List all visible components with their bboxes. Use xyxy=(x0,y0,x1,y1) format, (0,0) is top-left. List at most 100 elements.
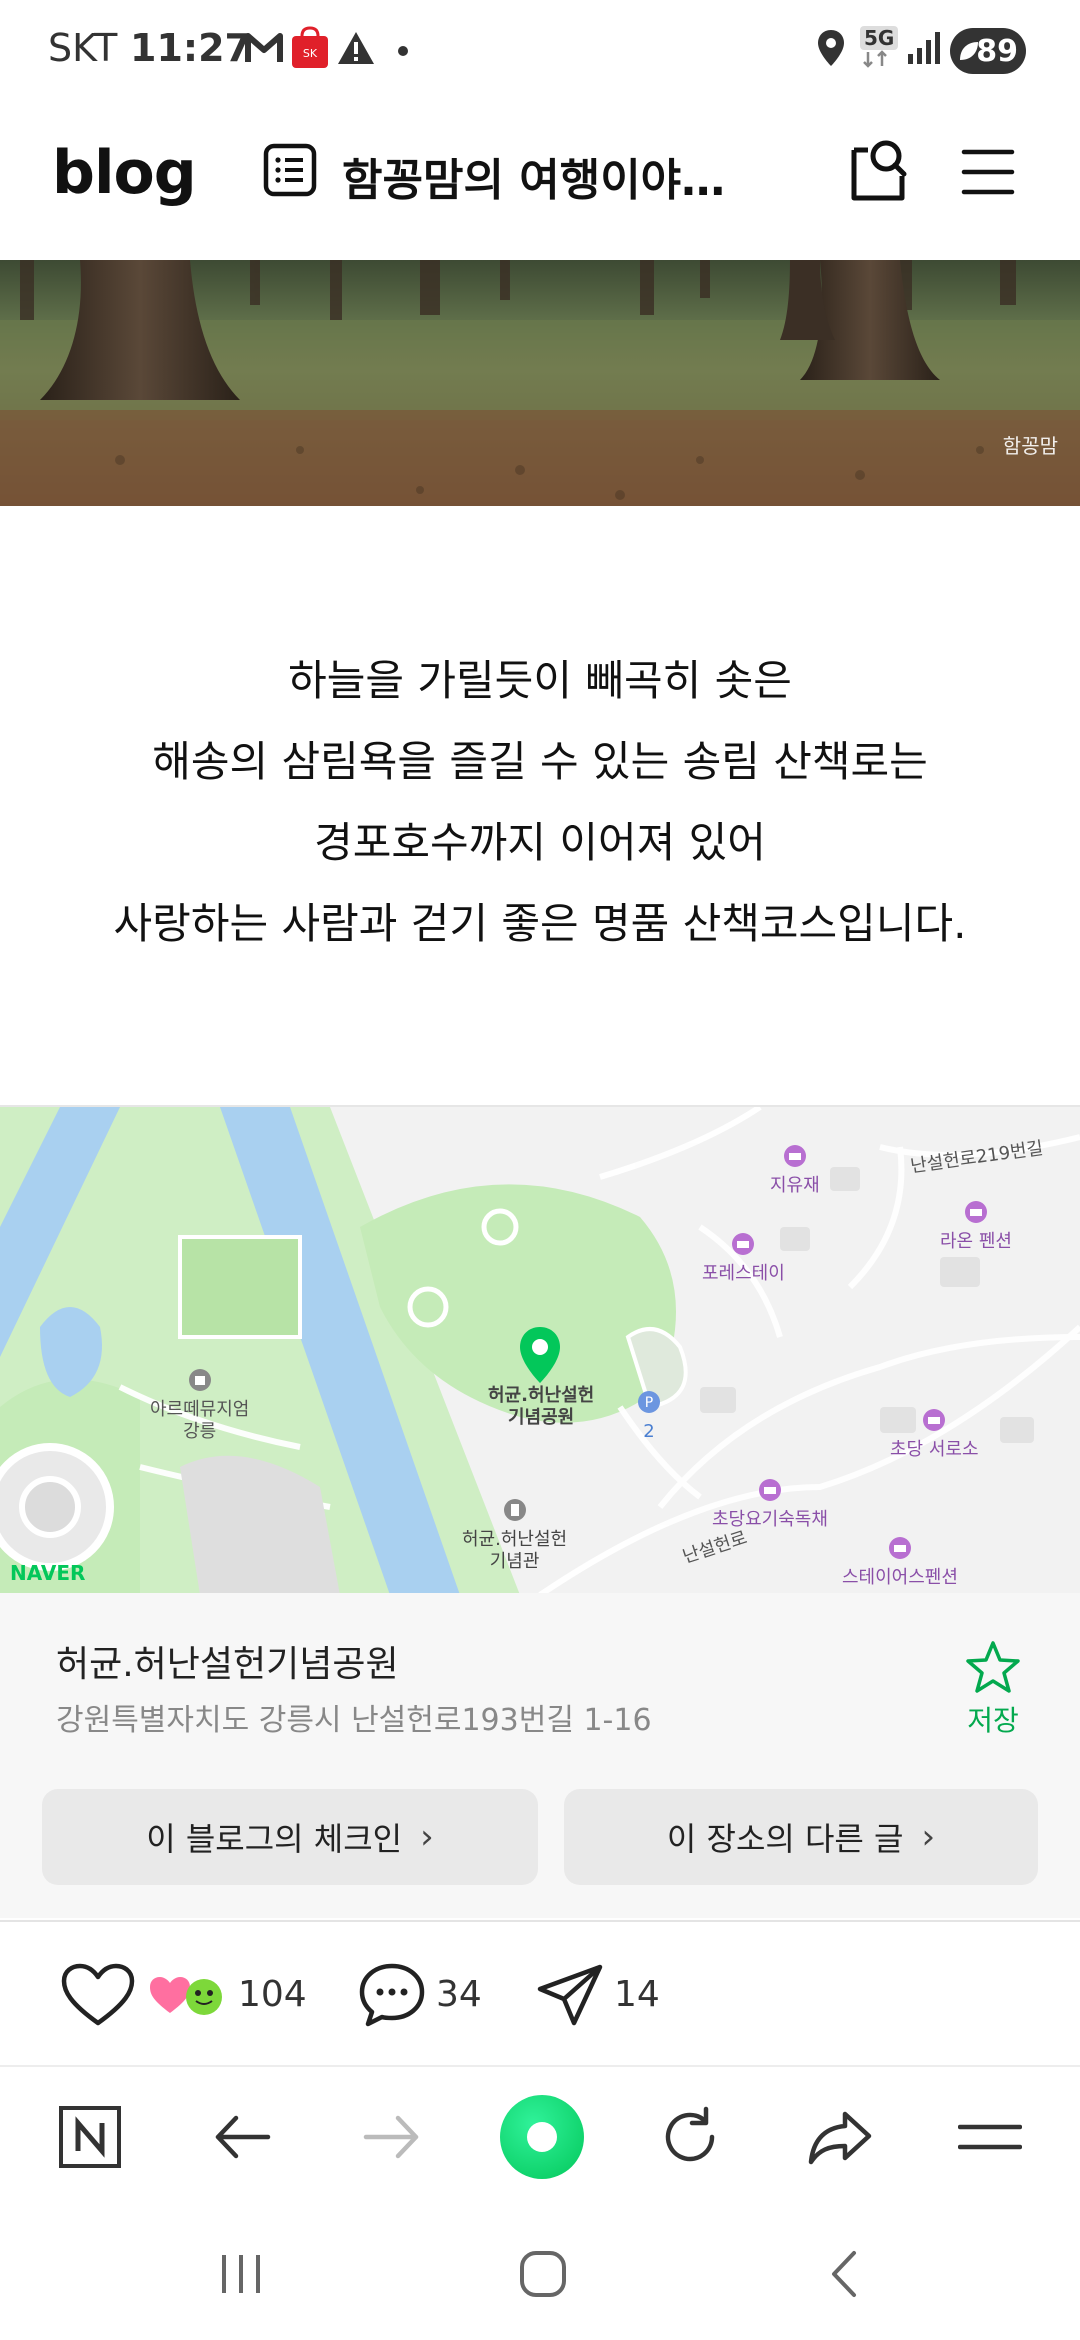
map-poi-forest-stay[interactable]: 포레스테이 xyxy=(702,1231,785,1285)
post-line: 하늘을 가릴듯이 빼곡히 솟은 xyxy=(288,656,792,705)
list-icon[interactable] xyxy=(262,142,318,198)
signal-icon xyxy=(906,26,942,70)
share-button[interactable]: 14 xyxy=(536,1922,660,2067)
post-body: 하늘을 가릴듯이 빼곡히 솟은 해송의 삼림욕을 즐길 수 있는 송림 산책로는… xyxy=(0,640,1080,964)
chevron-right-icon: › xyxy=(420,1817,434,1857)
home-icon[interactable] xyxy=(508,2239,578,2309)
gmail-icon xyxy=(244,26,284,70)
blog-checkin-label: 이 블로그의 체크인 xyxy=(146,1820,403,1858)
hamburger-menu-icon[interactable] xyxy=(954,2101,1026,2173)
like-count: 104 xyxy=(238,1974,307,2015)
map-label-text: 기념관 xyxy=(489,1551,540,1572)
status-bar: SKT 11:27 SK 5G 89 xyxy=(0,0,1080,100)
chevron-right-icon: › xyxy=(921,1817,936,1857)
system-navigation-bar xyxy=(0,2205,1080,2340)
post-line: 사랑하는 사람과 걷기 좋은 명품 산책코스입니다. xyxy=(113,899,967,948)
map-poi-chodang-dorm[interactable]: 초당요기숙독채 xyxy=(712,1477,828,1531)
share-arrow-icon[interactable] xyxy=(804,2101,876,2173)
post-line: 해송의 삼림욕을 즐길 수 있는 송림 산책로는 xyxy=(152,737,928,786)
clock: 11:27 xyxy=(130,26,251,70)
map-label-text: 지유재 xyxy=(770,1175,820,1196)
reaction-bar: 104 34 14 xyxy=(0,1920,1080,2065)
back-icon[interactable] xyxy=(206,2101,278,2173)
map-label-text: 초당 서로소 xyxy=(890,1439,979,1460)
map-label-text: 2 xyxy=(643,1421,655,1442)
naver-map-logo: NAVER xyxy=(10,1561,86,1585)
blog-title[interactable]: 함꽁맘의 여행이야… xyxy=(342,144,742,208)
map-poi-memorial[interactable]: 허균.허난설헌 기념관 xyxy=(462,1497,567,1573)
place-address: 강원특별자치도 강릉시 난설헌로193번길 1-16 xyxy=(56,1703,652,1738)
refresh-icon[interactable] xyxy=(654,2101,726,2173)
lodging-icon xyxy=(923,1409,946,1431)
lodging-icon xyxy=(758,1479,781,1501)
location-pin-icon[interactable] xyxy=(516,1325,564,1391)
network-type: 5G xyxy=(860,26,899,50)
leaf-icon xyxy=(960,42,978,60)
green-dot-button[interactable] xyxy=(500,2095,584,2179)
heart-icon xyxy=(61,1963,135,2025)
map-poi-jiyujae[interactable]: 지유재 xyxy=(770,1143,820,1197)
menu-icon[interactable] xyxy=(960,144,1016,200)
post-line: 경포호수까지 이어져 있어 xyxy=(314,818,766,867)
blog-header: blog 함꽁맘의 여행이야… xyxy=(0,100,1080,260)
comment-icon xyxy=(359,1963,425,2026)
pine-forest-photo xyxy=(0,260,1080,506)
map-label-text: 허균.허난설헌 xyxy=(462,1529,568,1550)
map-poi-parking[interactable]: P 2 xyxy=(636,1389,662,1443)
map-label-text: 초당요기숙독채 xyxy=(712,1509,828,1530)
lodging-icon xyxy=(732,1233,755,1255)
map-label-text: 강릉 xyxy=(183,1421,217,1442)
other-posts-button[interactable]: 이 장소의 다른 글 › xyxy=(564,1789,1038,1885)
notification-dot xyxy=(398,46,408,56)
search-icon[interactable] xyxy=(846,136,910,206)
network-indicator: 5G xyxy=(860,26,899,70)
lodging-icon xyxy=(888,1537,911,1559)
battery-indicator: 89 xyxy=(950,28,1026,74)
lodging-icon xyxy=(964,1201,987,1223)
blog-logo[interactable]: blog xyxy=(52,138,197,208)
send-icon xyxy=(537,1964,603,2025)
sk-stoa-icon: SK xyxy=(290,26,330,70)
battery-level: 89 xyxy=(976,33,1018,69)
map-label-text: 포레스테이 xyxy=(702,1263,785,1284)
memorial-icon xyxy=(503,1499,526,1521)
recent-apps-icon[interactable] xyxy=(206,2239,276,2309)
system-back-icon[interactable] xyxy=(810,2239,880,2309)
place-name[interactable]: 허균.허난설헌기념공원 xyxy=(56,1635,399,1687)
map-poi-stayus[interactable]: 스테이어스펜션 xyxy=(842,1535,958,1589)
banner-image: 함꽁맘 xyxy=(0,260,1080,506)
parking-icon: P xyxy=(638,1391,660,1413)
map-label-text: 아르떼뮤지엄 xyxy=(150,1399,250,1420)
alert-icon xyxy=(336,26,376,70)
map-poi-park[interactable]: 허균.허난설헌 기념공원 xyxy=(488,1385,594,1429)
map-poi-museum[interactable]: 아르떼뮤지엄 강릉 xyxy=(150,1367,249,1443)
naver-home-icon[interactable] xyxy=(54,2101,126,2173)
map-poi-raon[interactable]: 라온 펜션 xyxy=(940,1199,1012,1253)
comment-button[interactable]: 34 xyxy=(358,1922,482,2067)
map-label-text: 라온 펜션 xyxy=(940,1231,1012,1252)
forward-icon[interactable] xyxy=(356,2101,428,2173)
save-label: 저장 xyxy=(967,1704,1019,1737)
map-label-text: 스테이어스펜션 xyxy=(842,1567,958,1588)
svg-text:P: P xyxy=(645,1395,653,1411)
green-dot-icon xyxy=(527,2122,557,2152)
other-posts-label: 이 장소의 다른 글 xyxy=(666,1820,904,1858)
save-button[interactable]: 저장 xyxy=(960,1639,1026,1739)
star-icon xyxy=(966,1641,1020,1693)
photo-watermark: 함꽁맘 xyxy=(1002,434,1058,458)
place-map[interactable]: 지유재 난설헌로219번길 라온 펜션 포레스테이 아르떼뮤지엄 강릉 허균.허… xyxy=(0,1105,1080,1593)
blog-checkin-button[interactable]: 이 블로그의 체크인 › xyxy=(42,1789,538,1885)
location-icon xyxy=(816,26,846,70)
svg-text:SK: SK xyxy=(303,47,318,60)
share-count: 14 xyxy=(614,1974,660,2015)
map-poi-chodang-seoroso[interactable]: 초당 서로소 xyxy=(890,1407,979,1461)
map-label-text: 기념공원 xyxy=(507,1407,575,1428)
map-label-text: 허균.허난설헌 xyxy=(488,1385,595,1406)
comment-count: 34 xyxy=(436,1974,482,2015)
reaction-emoji-icon xyxy=(150,1976,222,2015)
museum-icon xyxy=(188,1369,211,1391)
browser-toolbar xyxy=(0,2065,1080,2205)
carrier-label: SKT xyxy=(48,26,118,70)
place-info-card: 허균.허난설헌기념공원 강원특별자치도 강릉시 난설헌로193번길 1-16 저… xyxy=(0,1593,1080,1918)
like-button[interactable]: 104 xyxy=(60,1922,307,2067)
